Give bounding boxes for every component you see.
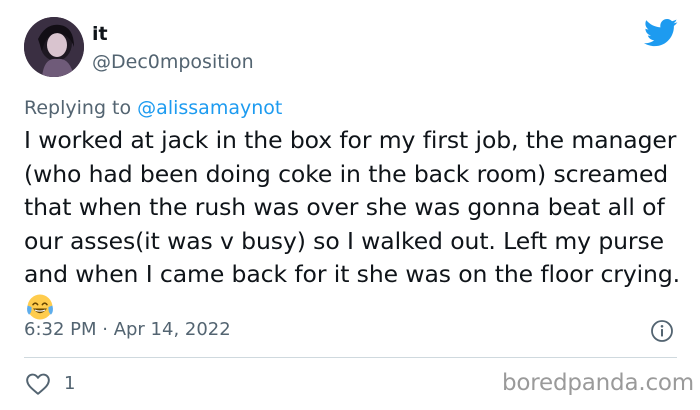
tweet-body: I worked at jack in the box for my first… bbox=[24, 126, 681, 288]
watermark: boredpanda.com bbox=[502, 370, 694, 396]
face-with-tears-of-joy-icon bbox=[27, 294, 53, 319]
like-count: 1 bbox=[64, 373, 76, 394]
tweet-text: I worked at jack in the box for my first… bbox=[24, 124, 684, 325]
replying-to-line: Replying to @alissamaynot bbox=[24, 96, 282, 120]
replying-to-label: Replying to bbox=[24, 97, 132, 119]
twitter-bird-icon[interactable] bbox=[644, 18, 678, 48]
tweet-timestamp[interactable]: 6:32 PM · Apr 14, 2022 bbox=[24, 318, 231, 342]
divider bbox=[24, 357, 677, 358]
display-name[interactable]: it bbox=[92, 23, 108, 45]
tweet-card: it @Dec0mposition Replying to @alissamay… bbox=[0, 0, 700, 410]
mention-link[interactable]: @alissamaynot bbox=[137, 97, 282, 119]
avatar[interactable] bbox=[24, 17, 84, 77]
user-handle[interactable]: @Dec0mposition bbox=[92, 50, 254, 74]
heart-icon[interactable] bbox=[25, 372, 51, 396]
info-icon[interactable] bbox=[650, 319, 674, 343]
